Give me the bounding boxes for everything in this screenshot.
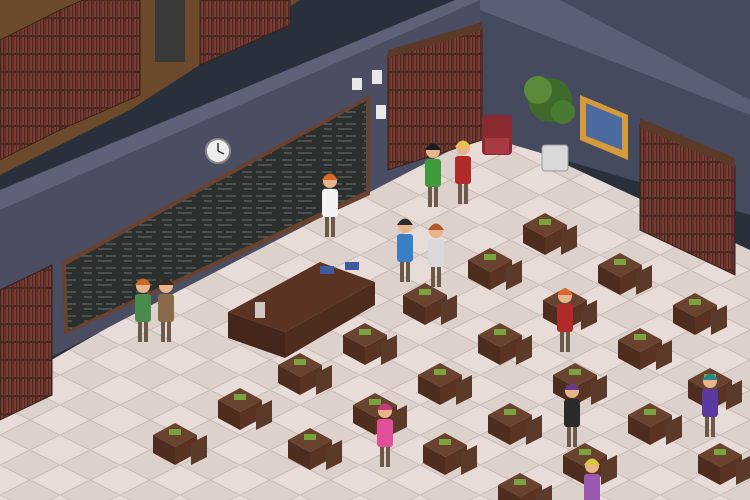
poster	[372, 70, 382, 84]
character-student-yellow[interactable]	[584, 458, 600, 500]
poster	[352, 78, 362, 90]
book-icon	[320, 266, 334, 274]
armchair[interactable]	[482, 115, 512, 155]
wall-clock-icon	[205, 138, 231, 164]
library-person	[155, 0, 185, 62]
book-icon	[345, 262, 359, 270]
bookshelf-left[interactable]	[0, 264, 53, 421]
poster	[376, 105, 386, 119]
game-scene	[0, 0, 750, 500]
cup-icon	[255, 302, 265, 318]
